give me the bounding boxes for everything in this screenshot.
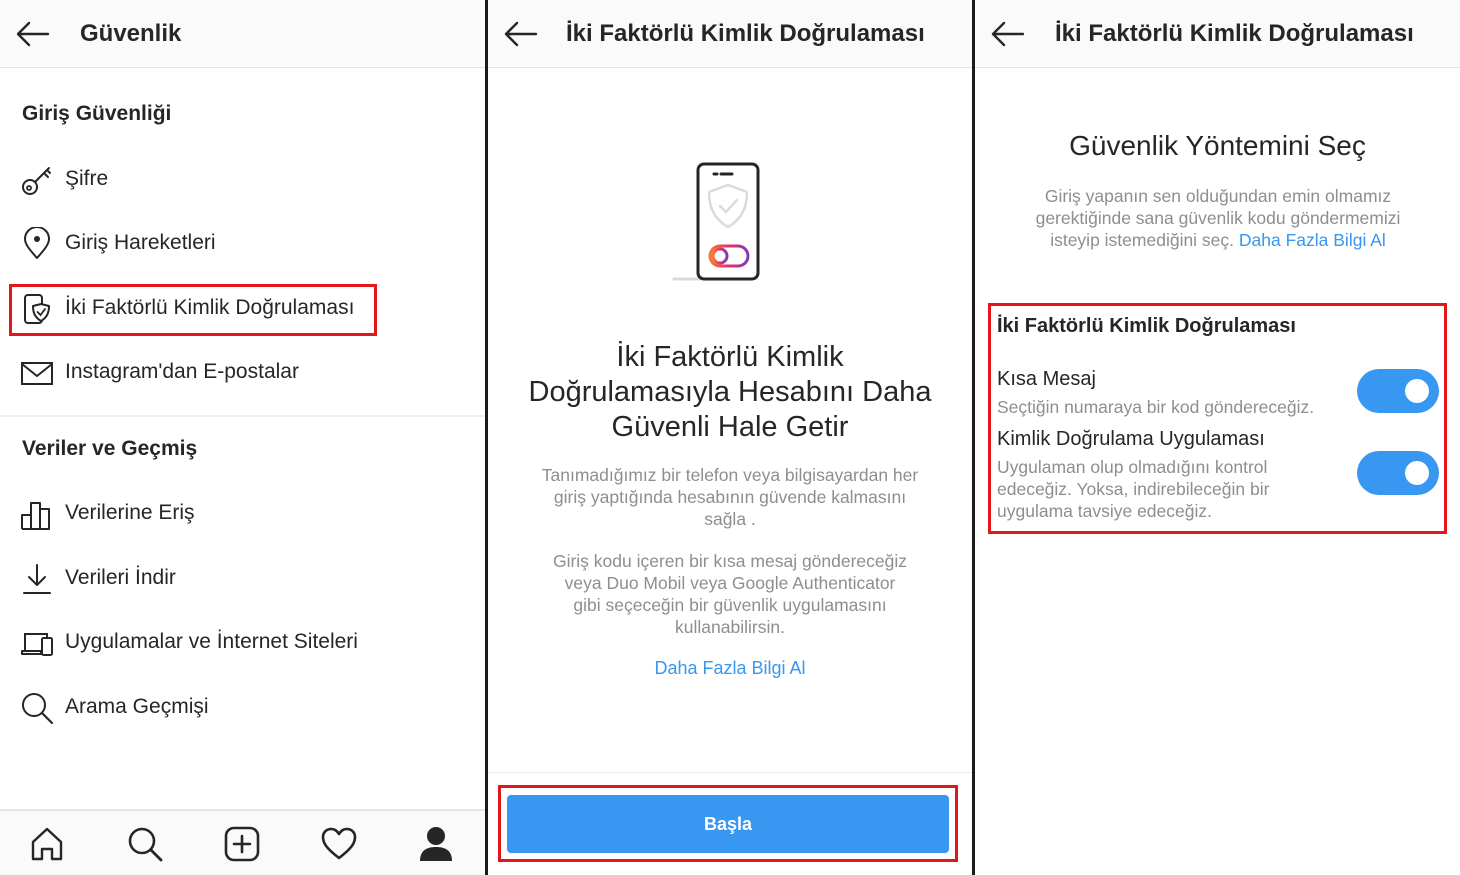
intro-description-methods: Giriş kodu içeren bir kısa mesaj göndere…: [518, 550, 942, 638]
heart-icon[interactable]: [320, 825, 358, 863]
choose-method-heading: Güvenlik Yöntemini Seç: [1069, 130, 1366, 161]
menu-item-access-data[interactable]: Verilerine Eriş: [10, 489, 470, 539]
menu-item-label: Giriş Hareketleri: [65, 231, 216, 254]
desc-text: isteyip istemediğini seç.: [1050, 230, 1235, 250]
desc-line: giriş yaptığında hesabının güvende kalma…: [553, 487, 907, 507]
mail-icon: [20, 356, 54, 390]
desc-line: Giriş kodu içeren bir kısa mesaj göndere…: [552, 551, 908, 571]
header: İki Faktörlü Kimlik Doğrulaması: [975, 0, 1460, 68]
menu-item-label: Verilerine Eriş: [65, 501, 195, 524]
desc-line: Giriş yapanın sen olduğundan emin olmamı…: [1044, 186, 1392, 206]
page-title: İki Faktörlü Kimlik Doğrulaması: [1055, 20, 1414, 47]
menu-item-label: Instagram'dan E-postalar: [65, 360, 299, 383]
devices-icon: [20, 626, 54, 660]
menu-item-apps-websites[interactable]: Uygulamalar ve İnternet Siteleri: [10, 618, 470, 668]
download-icon: [20, 562, 54, 596]
desc-line: gerektiğinde sana güvenlik kodu gönderme…: [1035, 208, 1401, 228]
add-post-icon[interactable]: [223, 825, 261, 863]
learn-more-link[interactable]: Daha Fazla Bilgi Al: [1239, 230, 1386, 250]
desc-line: kullanabilirsin.: [675, 617, 785, 637]
header: Güvenlik: [0, 0, 485, 68]
two-factor-intro-panel: İki Faktörlü Kimlik Doğrulaması İki Fakt…: [488, 0, 972, 875]
choose-method-description: Giriş yapanın sen olduğundan emin olmamı…: [1013, 185, 1423, 251]
bottom-nav: [0, 809, 485, 875]
header: İki Faktörlü Kimlik Doğrulaması: [488, 0, 972, 68]
menu-item-label: Şifre: [65, 167, 109, 190]
profile-icon[interactable]: [417, 825, 455, 863]
desc-line: gibi seçeceğin bir güvenlik uygulamasını: [573, 595, 887, 615]
location-pin-icon: [20, 226, 54, 261]
key-icon: [20, 163, 54, 197]
desc-line: Tanımadığımız bir telefon veya bilgisaya…: [541, 465, 919, 485]
desc-line: sağla .: [704, 509, 756, 529]
desc-line: veya Duo Mobil veya Google Authenticator: [564, 573, 896, 593]
learn-more-link[interactable]: Daha Fazla Bilgi Al: [654, 658, 805, 678]
section-divider: [0, 415, 485, 417]
home-icon[interactable]: [28, 825, 66, 863]
back-arrow-icon[interactable]: [989, 18, 1025, 50]
phone-shield-illustration-icon: [672, 160, 772, 285]
section-title-data-history: Veriler ve Geçmiş: [22, 437, 198, 460]
back-arrow-icon[interactable]: [14, 18, 50, 50]
desc-line: isteyip istemediğini seç. Daha Fazla Bil…: [1013, 229, 1423, 251]
menu-item-download-data[interactable]: Verileri İndir: [10, 554, 470, 604]
heading-line: İki Faktörlü Kimlik: [616, 341, 844, 373]
menu-item-label: Arama Geçmişi: [65, 695, 209, 718]
search-icon[interactable]: [126, 825, 164, 863]
highlight-box: [9, 284, 377, 336]
choose-method-panel: İki Faktörlü Kimlik Doğrulaması Güvenlik…: [975, 0, 1460, 875]
bar-chart-icon: [20, 497, 54, 531]
page-title: İki Faktörlü Kimlik Doğrulaması: [566, 20, 925, 47]
section-title-login-security: Giriş Güvenliği: [22, 102, 172, 125]
intro-heading: İki Faktörlü Kimlik Doğrulamasıyla Hesab…: [508, 340, 952, 445]
highlight-box: [988, 303, 1447, 534]
intro-description: Tanımadığımız bir telefon veya bilgisaya…: [518, 464, 942, 530]
learn-more-row: Daha Fazla Bilgi Al: [488, 658, 972, 679]
highlight-box: [498, 785, 958, 862]
menu-item-label: Verileri İndir: [65, 566, 176, 589]
menu-item-password[interactable]: Şifre: [10, 155, 470, 205]
menu-item-emails[interactable]: Instagram'dan E-postalar: [10, 348, 470, 398]
footer-divider: [488, 772, 972, 773]
search-icon: [20, 691, 54, 725]
security-panel: Güvenlik Giriş Güvenliği Şifre Giriş Har…: [0, 0, 485, 875]
menu-item-label: Uygulamalar ve İnternet Siteleri: [65, 630, 358, 653]
menu-item-search-history[interactable]: Arama Geçmişi: [10, 683, 470, 733]
heading-line: Doğrulamasıyla Hesabını Daha: [528, 376, 932, 408]
menu-item-login-activity[interactable]: Giriş Hareketleri: [10, 219, 470, 269]
heading-line: Güvenli Hale Getir: [611, 411, 849, 443]
back-arrow-icon[interactable]: [502, 18, 538, 50]
page-title: Güvenlik: [80, 20, 182, 47]
